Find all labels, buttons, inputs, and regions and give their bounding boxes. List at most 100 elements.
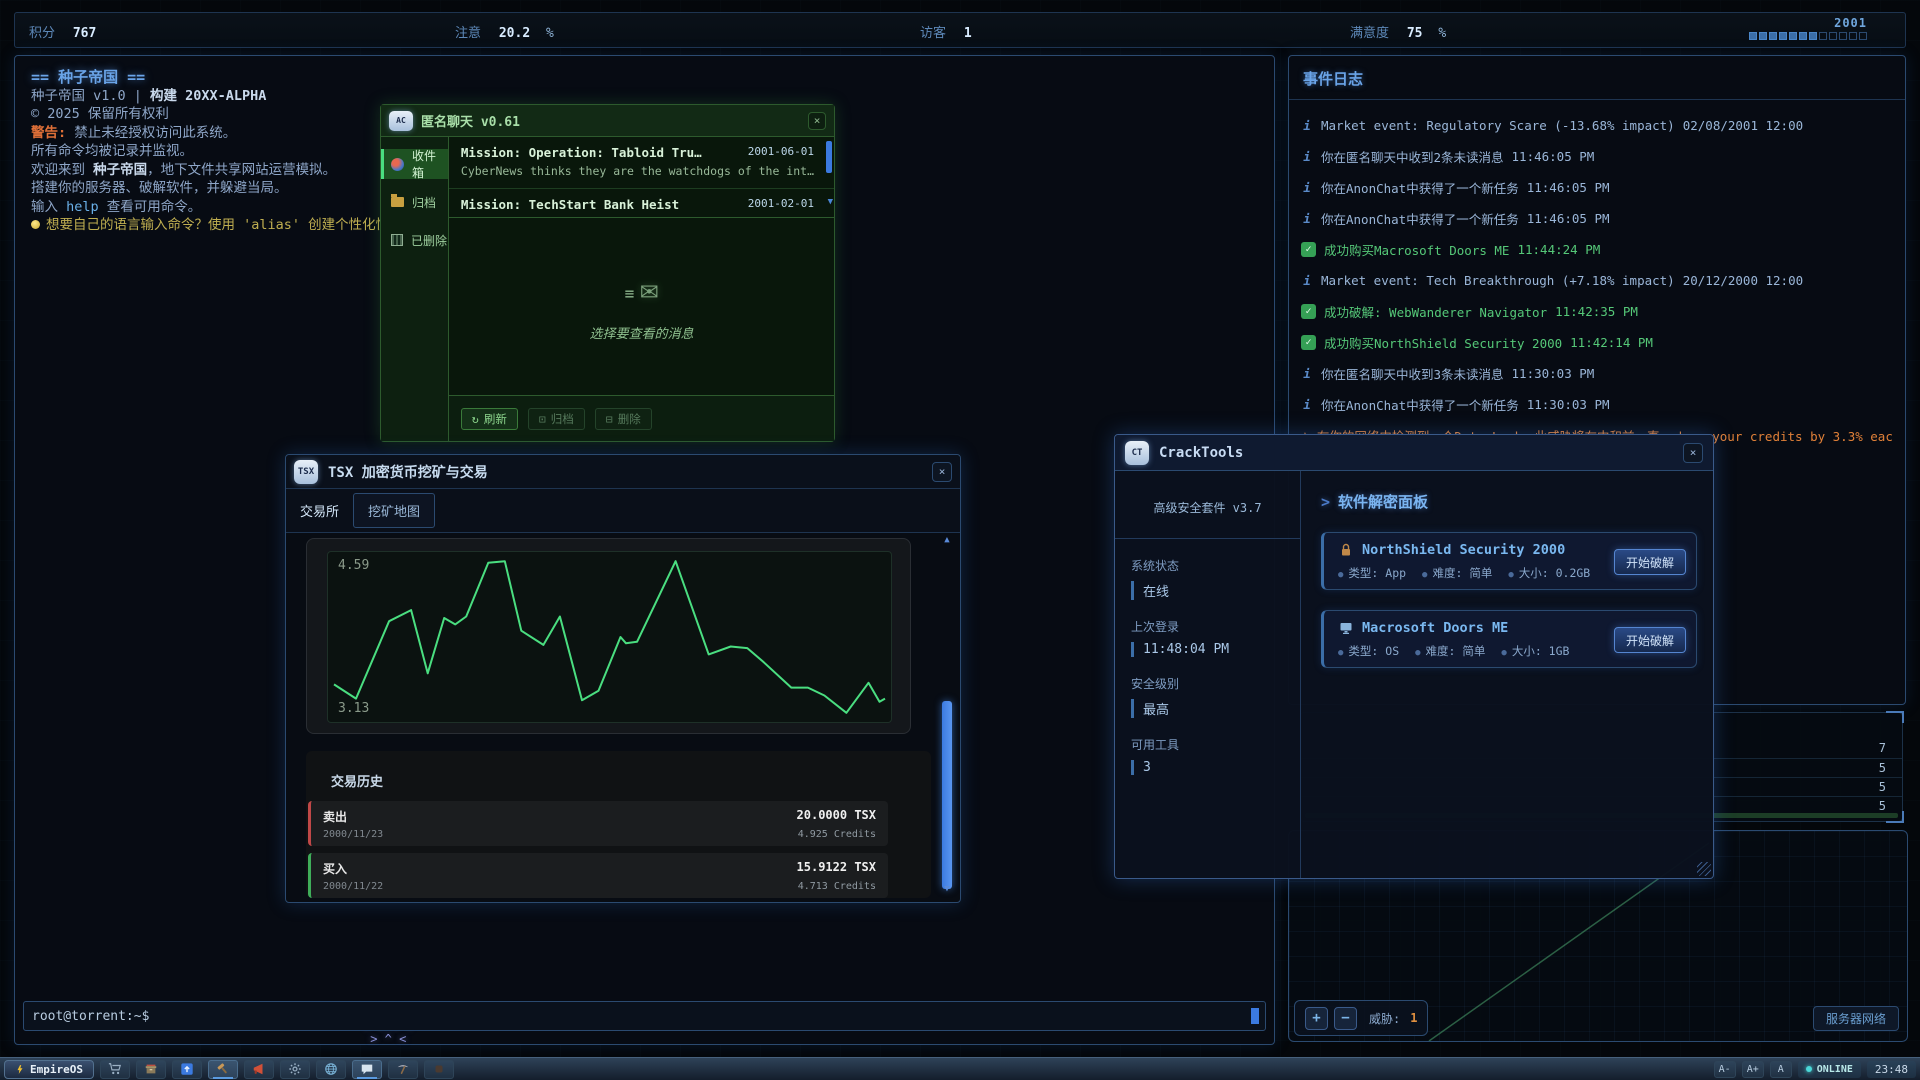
scroll-down-icon[interactable]: ▼ — [940, 884, 954, 894]
check-icon: ✓ — [1301, 335, 1316, 350]
log-entry: i你在AnonChat中获得了一个新任务11:30:03 PM — [1301, 389, 1893, 420]
lightning-icon — [15, 1063, 25, 1076]
message-list-item[interactable]: Mission: TechStart Bank Heist 2001-02-01 — [449, 189, 834, 218]
divider — [1115, 538, 1300, 539]
envelope-icon: ✉ — [640, 272, 658, 307]
close-icon[interactable]: × — [808, 112, 826, 130]
tab-exchange[interactable]: 交易所 — [300, 501, 339, 520]
transaction-date: 2000/11/22 — [323, 881, 383, 892]
satisfaction-label: 满意度 — [1350, 26, 1389, 41]
panel-title: >软件解密面板 — [1321, 491, 1697, 512]
sidebar-item-inbox[interactable]: 收件箱 — [381, 149, 448, 179]
scroll-up-icon[interactable]: ▲ — [940, 535, 954, 545]
font-reset-button[interactable]: A — [1770, 1061, 1792, 1078]
taskbar-browser-icon[interactable] — [316, 1060, 346, 1079]
message-list-scrollbar[interactable] — [826, 141, 832, 173]
terminal-warning-line: 警告: 禁止未经授权访问此系统。 — [31, 124, 430, 143]
software-meta: ●类型: OS ●难度: 简单 ●大小: 1GB — [1338, 643, 1569, 659]
taskbar-inventory-icon[interactable] — [136, 1060, 166, 1079]
attention-stat: 注意 20.2 % — [455, 22, 554, 41]
visitors-stat: 访客 1 — [920, 22, 972, 41]
bullet-icon: ● — [1415, 648, 1420, 658]
close-icon[interactable]: × — [932, 462, 952, 482]
info-icon: i — [1301, 397, 1313, 412]
close-icon[interactable]: × — [1683, 443, 1703, 463]
tools-value: 3 — [1131, 760, 1300, 775]
log-entry: i你在AnonChat中获得了一个新任务11:46:05 PM — [1301, 203, 1893, 234]
message-title: Mission: Operation: Tabloid Tru… — [461, 145, 702, 160]
cracktools-titlebar[interactable]: CT CrackTools × — [1115, 435, 1713, 471]
security-value: 最高 — [1131, 699, 1300, 718]
check-icon: ✓ — [1301, 304, 1316, 319]
tab-mining-map[interactable]: 挖矿地图 — [353, 493, 435, 528]
online-status: ONLINE — [1798, 1061, 1861, 1078]
start-crack-button[interactable]: 开始破解 — [1614, 627, 1686, 653]
attention-value: 20.2 — [499, 26, 530, 41]
empty-state-text: 选择要查看的消息 — [589, 323, 693, 342]
terminal-output: == 种子帝国 == 种子帝国 v1.0 | 构建 20XX-ALPHA © 2… — [31, 68, 430, 235]
log-entry: ✓成功破解: WebWanderer Navigator11:42:35 PM — [1301, 296, 1893, 327]
taskbar-marketing-icon[interactable] — [244, 1060, 274, 1079]
terminal-help-line: 输入 help 查看可用命令。 — [31, 198, 430, 217]
tsx-scrollbar[interactable]: ▲ ▼ — [940, 535, 954, 894]
font-increase-button[interactable]: A+ — [1742, 1061, 1764, 1078]
sidebar-item-deleted[interactable]: 已删除 — [381, 225, 448, 255]
terminal-cursor — [1251, 1008, 1259, 1024]
taskbar-mining-icon[interactable] — [388, 1060, 418, 1079]
tsx-titlebar[interactable]: TSX TSX 加密货币挖矿与交易 × — [286, 455, 960, 489]
sidebar-item-archive[interactable]: 归档 — [381, 187, 448, 217]
transaction-amount: 15.9122 TSX — [797, 860, 876, 874]
bulb-icon — [31, 220, 40, 229]
cracktools-sidebar: 高级安全套件 v3.7 系统状态 在线 上次登录 11:48:04 PM 安全级… — [1115, 471, 1301, 878]
trash-icon — [391, 234, 403, 246]
zoom-out-button[interactable]: − — [1334, 1007, 1357, 1030]
cracktools-app-icon: CT — [1125, 441, 1149, 465]
year-square — [1859, 32, 1867, 40]
archive-button[interactable]: ⊡归档 — [528, 408, 585, 430]
last-login-section: 上次登录 11:48:04 PM — [1131, 618, 1300, 657]
taskbar-upload-icon[interactable] — [172, 1060, 202, 1079]
chevron-right-icon: > — [1321, 493, 1330, 511]
start-crack-button[interactable]: 开始破解 — [1614, 549, 1686, 575]
taskbar-shop-icon[interactable] — [100, 1060, 130, 1079]
font-decrease-button[interactable]: A- — [1714, 1061, 1736, 1078]
message-title: Mission: TechStart Bank Heist — [461, 197, 679, 212]
reading-pane-empty-state: ≡✉ 选择要查看的消息 — [449, 218, 834, 395]
year-square — [1749, 32, 1757, 40]
anonchat-titlebar[interactable]: AC 匿名聊天 v0.61 × — [381, 105, 834, 137]
taskbar-app-icon[interactable] — [424, 1060, 454, 1079]
terminal-command-input[interactable]: root@torrent:~$ — [23, 1001, 1266, 1031]
taskbar-auction-icon[interactable] — [208, 1060, 238, 1079]
credits-label: 积分 — [29, 26, 55, 41]
info-icon: i — [1301, 273, 1313, 288]
delete-button[interactable]: ⊟删除 — [595, 408, 652, 430]
taskbar-chat-icon[interactable] — [352, 1060, 382, 1079]
resize-handle[interactable] — [1697, 862, 1711, 876]
message-list-item[interactable]: Mission: Operation: Tabloid Tru… 2001-06… — [449, 137, 834, 189]
taskbar-settings-icon[interactable] — [280, 1060, 310, 1079]
zoom-in-button[interactable]: + — [1305, 1007, 1328, 1030]
trade-history-title: 交易历史 — [331, 771, 383, 790]
message-date: 2001-06-01 — [748, 145, 814, 160]
transaction-type: 卖出 — [323, 808, 347, 825]
sidebar-item-label: 归档 — [412, 194, 436, 211]
map-controls: + − 威胁: 1 — [1294, 1000, 1428, 1036]
year-square — [1829, 32, 1837, 40]
price-chart: 4.59 3.13 — [327, 551, 892, 723]
server-network-button[interactable]: 服务器网络 — [1813, 1006, 1899, 1031]
scrollbar-thumb[interactable] — [942, 701, 952, 889]
crack-target-card: Macrosoft Doors ME ●类型: OS ●难度: 简单 ●大小: … — [1321, 610, 1697, 668]
info-icon: i — [1301, 149, 1313, 164]
transaction-row-sell: 卖出 2000/11/23 20.0000 TSX 4.925 Credits — [308, 801, 888, 846]
corner-bracket — [1886, 811, 1904, 823]
terminal-tip-line: 想要自己的语言输入命令？使用 'alias' 创建个性化快捷方式 — [31, 216, 430, 235]
scroll-down-icon[interactable]: ▼ — [828, 197, 833, 207]
log-entry: ✓成功购买Macrosoft Doors ME11:44:24 PM — [1301, 234, 1893, 265]
os-start-button[interactable]: EmpireOS — [4, 1060, 94, 1079]
terminal-build-line: 搭建你的服务器、破解软件，并躲避当局。 — [31, 179, 430, 198]
login-value: 11:48:04 PM — [1131, 642, 1300, 657]
refresh-button[interactable]: ↻刷新 — [461, 408, 518, 430]
login-label: 上次登录 — [1131, 618, 1300, 635]
cracktools-title: CrackTools — [1159, 445, 1673, 461]
tsx-tabs: 交易所 挖矿地图 — [286, 489, 960, 533]
